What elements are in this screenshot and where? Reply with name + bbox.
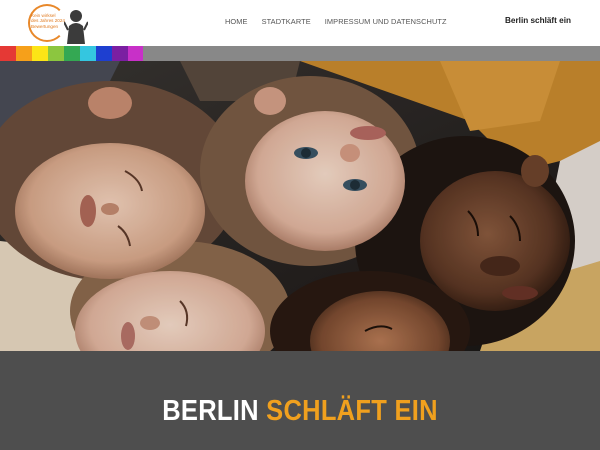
nav-home[interactable]: HOME [225,17,248,26]
site-header: Kein wirksel des Jahres 2024 Bewertungen… [0,0,600,46]
color-swatch [32,46,48,61]
color-swatch [96,46,112,61]
page-title: BERLIN SCHLÄFT EIN [36,395,564,428]
color-swatch [80,46,96,61]
title-band: BERLIN SCHLÄFT EIN [0,351,600,450]
color-strip [0,46,144,61]
hero-image [0,61,600,351]
brand-link[interactable]: Berlin schläft ein [505,16,571,25]
color-swatch [112,46,128,61]
title-schlaeft-ein: SCHLÄFT EIN [266,395,438,427]
color-swatch [64,46,80,61]
nav-impressum[interactable]: IMPRESSUM UND DATENSCHUTZ [325,17,447,26]
color-swatch [0,46,16,61]
color-swatch [16,46,32,61]
color-swatch [128,46,144,61]
hero-photo [0,61,600,351]
color-swatch [48,46,64,61]
main-nav: HOME STADTKARTE IMPRESSUM UND DATENSCHUT… [225,17,447,26]
logo-figure-icon [64,10,88,44]
title-berlin: BERLIN [162,395,259,427]
grey-bar [143,46,600,61]
site-logo[interactable]: Kein wirksel des Jahres 2024 Bewertungen [28,2,88,44]
page: Kein wirksel des Jahres 2024 Bewertungen… [0,0,600,450]
nav-stadtkarte[interactable]: STADTKARTE [262,17,311,26]
